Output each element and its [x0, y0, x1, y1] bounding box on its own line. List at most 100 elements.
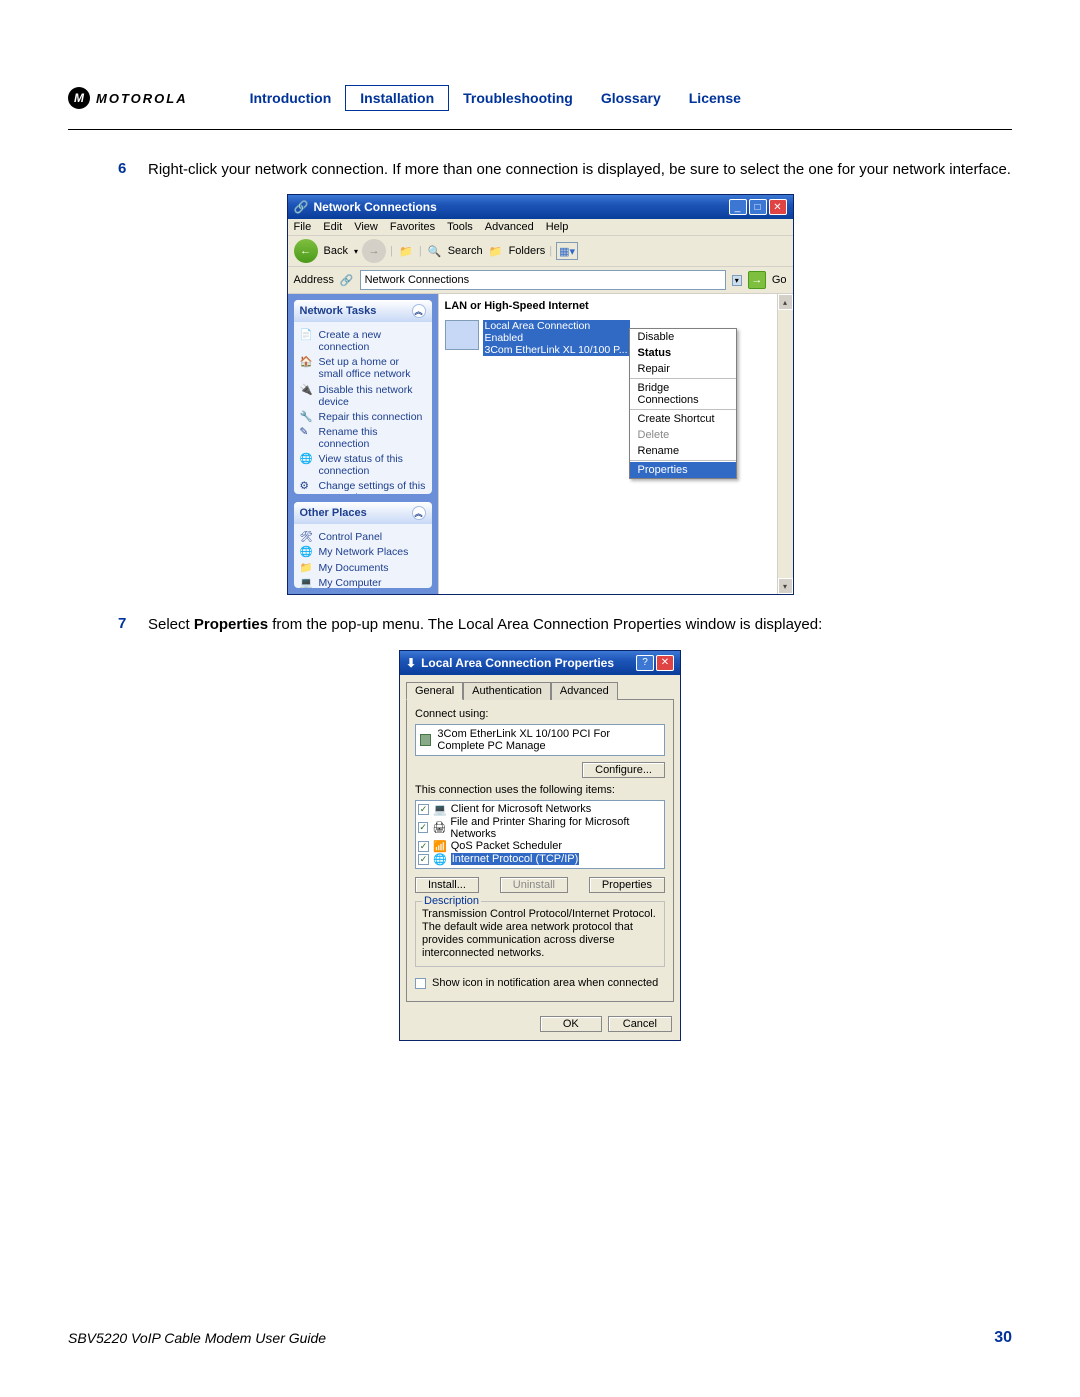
nav-troubleshooting[interactable]: Troubleshooting [449, 86, 587, 110]
properties-button[interactable]: Properties [589, 877, 665, 893]
search-icon[interactable]: 🔍 [426, 242, 444, 260]
ctx-rename[interactable]: Rename [630, 443, 736, 459]
nav-installation[interactable]: Installation [345, 85, 449, 111]
task-disable-device[interactable]: 🔌Disable this network device [300, 384, 426, 408]
toolbar-sep: | [419, 245, 422, 257]
checkbox-icon[interactable]: ✓ [418, 854, 429, 865]
go-label: Go [772, 274, 787, 286]
scroll-down-icon[interactable]: ▾ [778, 578, 793, 594]
task-repair[interactable]: 🔧Repair this connection [300, 411, 426, 423]
network-connections-window: 🔗 Network Connections _ □ ✕ File Edit Vi… [287, 194, 794, 595]
nav-glossary[interactable]: Glossary [587, 86, 675, 110]
ctx-status[interactable]: Status [630, 345, 736, 361]
dialog-footer: OK Cancel [400, 1008, 680, 1040]
menu-tools[interactable]: Tools [447, 221, 473, 233]
brand-text: MOTOROLA [96, 91, 188, 106]
ctx-sep [630, 378, 736, 379]
nav-links: Introduction Installation Troubleshootin… [236, 85, 755, 111]
cancel-button[interactable]: Cancel [608, 1016, 672, 1032]
show-icon-row[interactable]: Show icon in notification area when conn… [415, 977, 665, 989]
item-qos[interactable]: ✓📶QoS Packet Scheduler [418, 840, 662, 853]
menu-view[interactable]: View [354, 221, 378, 233]
back-chevron-icon[interactable]: ▾ [354, 247, 358, 256]
context-menu: Disable Status Repair Bridge Connections… [629, 328, 737, 479]
address-dropdown-icon[interactable]: ▾ [732, 275, 742, 286]
search-label: Search [448, 245, 483, 257]
window-title: Network Connections [313, 200, 436, 214]
ok-button[interactable]: OK [540, 1016, 602, 1032]
ctx-repair[interactable]: Repair [630, 361, 736, 377]
collapse-icon[interactable]: ︽ [412, 304, 426, 318]
address-label: Address [294, 274, 334, 286]
other-my-documents[interactable]: 📁My Documents [300, 562, 426, 574]
lac-properties-dialog: ⬇ Local Area Connection Properties ? ✕ G… [399, 650, 681, 1042]
task-view-status[interactable]: 🌐View status of this connection [300, 453, 426, 477]
ctx-properties[interactable]: Properties [630, 462, 736, 478]
dialog-title: Local Area Connection Properties [421, 656, 614, 670]
show-icon-label: Show icon in notification area when conn… [432, 977, 658, 989]
other-network-places[interactable]: 🌐My Network Places [300, 546, 426, 558]
tab-authentication[interactable]: Authentication [463, 682, 551, 700]
step-6-number: 6 [118, 160, 148, 180]
item-client-ms-networks[interactable]: ✓💻Client for Microsoft Networks [418, 803, 662, 816]
up-icon[interactable]: 📁 [397, 242, 415, 260]
item-tcpip[interactable]: ✓🌐Internet Protocol (TCP/IP) [418, 853, 662, 866]
configure-button[interactable]: Configure... [582, 762, 665, 778]
checkbox-icon[interactable] [415, 978, 426, 989]
menu-edit[interactable]: Edit [323, 221, 342, 233]
conn-device: 3Com EtherLink XL 10/100 P... [483, 344, 630, 356]
scroll-up-icon[interactable]: ▴ [778, 294, 793, 310]
checkbox-icon[interactable]: ✓ [418, 841, 429, 852]
views-icon[interactable]: ▦▾ [556, 242, 578, 260]
task-setup-network[interactable]: 🏠Set up a home or small office network [300, 356, 426, 380]
address-bar: Address 🔗 ▾ → Go [288, 267, 793, 294]
ctx-disable[interactable]: Disable [630, 329, 736, 345]
ctx-bridge[interactable]: Bridge Connections [630, 380, 736, 408]
menu-help[interactable]: Help [546, 221, 569, 233]
ctx-sep [630, 460, 736, 461]
collapse-icon[interactable]: ︽ [412, 506, 426, 520]
tab-general[interactable]: General [406, 682, 463, 700]
network-tasks-panel: Network Tasks ︽ 📄Create a new connection… [294, 300, 432, 494]
ctx-sep [630, 409, 736, 410]
task-rename[interactable]: ✎Rename this connection [300, 426, 426, 450]
back-button[interactable]: ← [294, 239, 318, 263]
item-file-print-sharing[interactable]: ✓🖨File and Printer Sharing for Microsoft… [418, 816, 662, 840]
document-header: M MOTOROLA Introduction Installation Tro… [68, 85, 1012, 111]
ctx-delete: Delete [630, 427, 736, 443]
go-button[interactable]: → [748, 271, 766, 289]
items-listbox[interactable]: ✓💻Client for Microsoft Networks ✓🖨File a… [415, 800, 665, 869]
ctx-create-shortcut[interactable]: Create Shortcut [630, 411, 736, 427]
folders-icon[interactable]: 📁 [487, 242, 505, 260]
other-my-computer[interactable]: 💻My Computer [300, 577, 426, 589]
minimize-button[interactable]: _ [729, 199, 747, 215]
nav-license[interactable]: License [675, 86, 755, 110]
nav-introduction[interactable]: Introduction [236, 86, 346, 110]
conn-name: Local Area Connection [483, 320, 630, 332]
close-button[interactable]: ✕ [769, 199, 787, 215]
close-button[interactable]: ✕ [656, 655, 674, 671]
toolbar-sep: | [549, 245, 552, 257]
checkbox-icon[interactable]: ✓ [418, 822, 428, 833]
task-change-settings[interactable]: ⚙Change settings of this connection [300, 480, 426, 494]
other-control-panel[interactable]: 🛠Control Panel [300, 531, 426, 543]
other-places-header: Other Places [300, 507, 367, 519]
description-label: Description [422, 895, 481, 907]
step-7-text: Select Properties from the pop-up menu. … [148, 615, 822, 635]
nic-icon [420, 734, 431, 746]
help-button[interactable]: ? [636, 655, 654, 671]
menu-advanced[interactable]: Advanced [485, 221, 534, 233]
scrollbar[interactable]: ▴ ▾ [777, 294, 793, 594]
side-panel: Network Tasks ︽ 📄Create a new connection… [288, 294, 438, 594]
tab-advanced[interactable]: Advanced [551, 682, 618, 700]
task-create-connection[interactable]: 📄Create a new connection [300, 329, 426, 353]
address-input[interactable] [360, 270, 726, 290]
maximize-button[interactable]: □ [749, 199, 767, 215]
install-button[interactable]: Install... [415, 877, 479, 893]
checkbox-icon[interactable]: ✓ [418, 804, 429, 815]
menu-file[interactable]: File [294, 221, 312, 233]
back-label: Back [324, 245, 348, 257]
network-tasks-header: Network Tasks [300, 305, 377, 317]
menu-favorites[interactable]: Favorites [390, 221, 435, 233]
tab-body-general: Connect using: 3Com EtherLink XL 10/100 … [406, 699, 674, 1003]
